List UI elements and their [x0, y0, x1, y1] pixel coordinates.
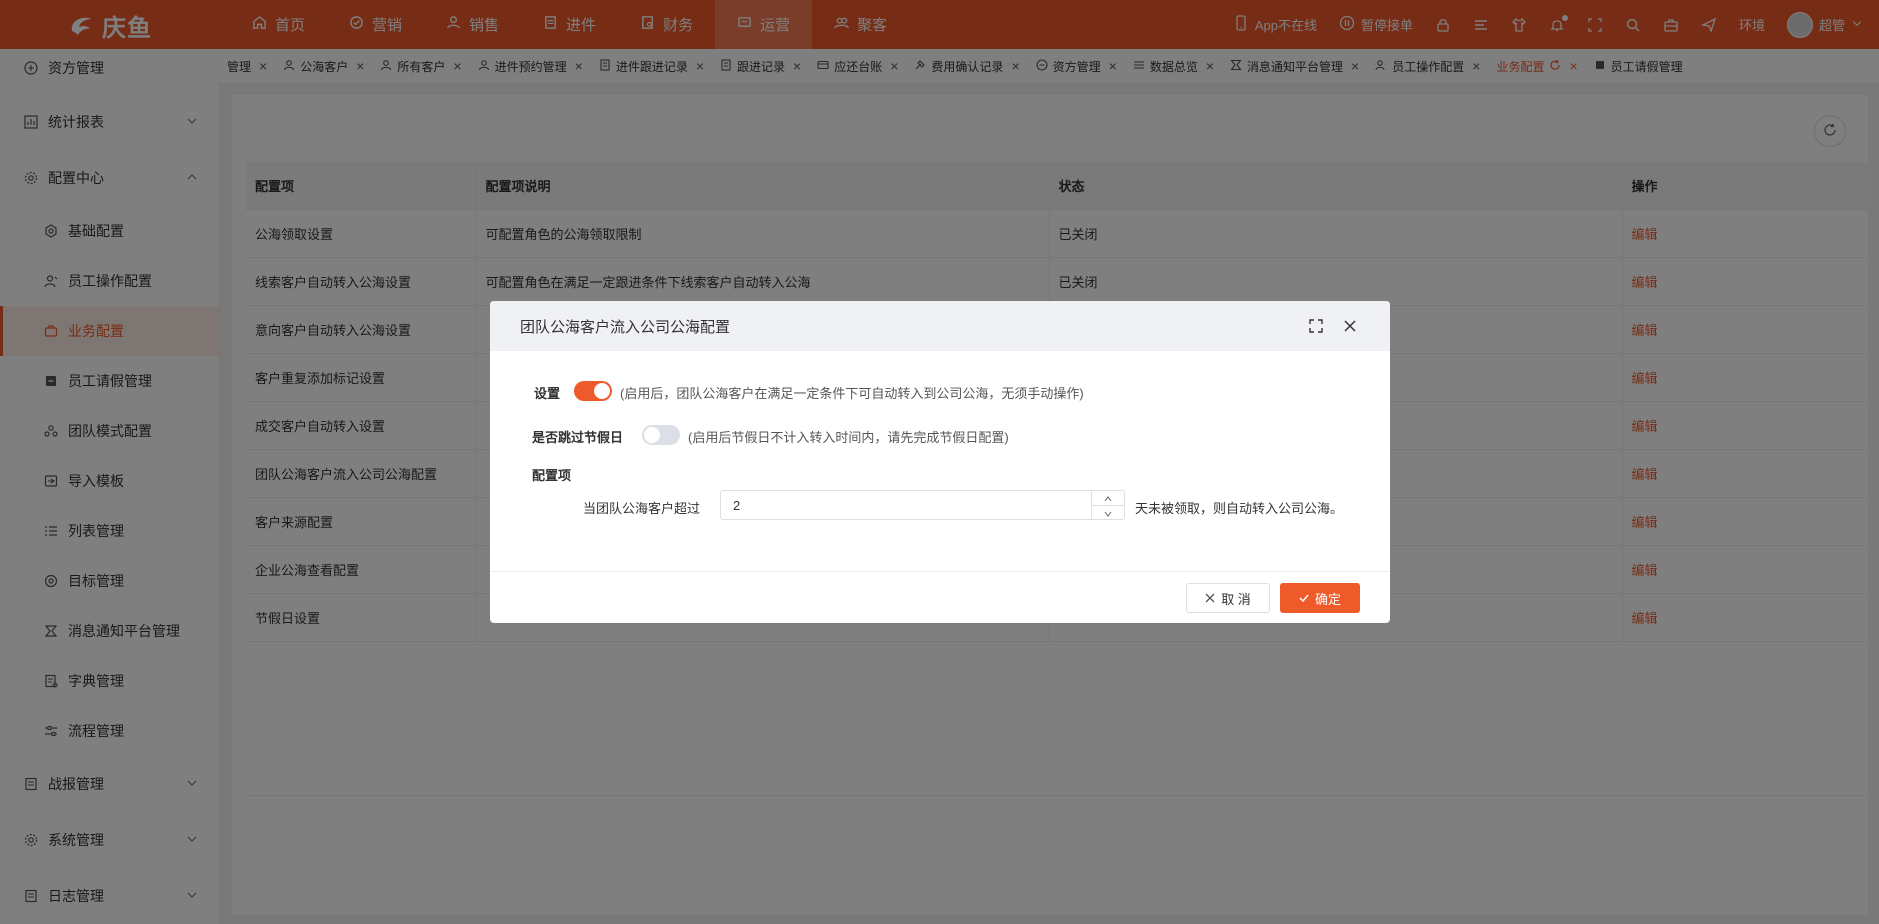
confirm-label: 确定: [1314, 591, 1341, 607]
close-icon: [1205, 591, 1215, 606]
days-number-input: [720, 490, 1125, 520]
check-icon: [1299, 591, 1309, 606]
skip-holiday-hint: (启用后节假日不计入转入时间内，请先完成节假日配置): [688, 430, 1009, 445]
switch-knob: [594, 383, 610, 399]
decrement-button[interactable]: [1092, 505, 1124, 520]
cancel-label: 取 消: [1221, 591, 1251, 607]
dialog-body: 设置 (启用后，团队公海客户在满足一定条件下可自动转入到公司公海，无须手动操作)…: [490, 351, 1390, 571]
chevron-down-icon: [1104, 506, 1112, 521]
switch-knob: [644, 427, 660, 443]
skip-holiday-switch[interactable]: [642, 425, 680, 445]
increment-button[interactable]: [1092, 491, 1124, 505]
confirm-button[interactable]: 确定: [1280, 583, 1360, 613]
setting-hint: (启用后，团队公海客户在满足一定条件下可自动转入到公司公海，无须手动操作): [620, 386, 1084, 401]
threshold-prefix: 当团队公海客户超过: [583, 501, 701, 516]
dialog-header: 团队公海客户流入公司公海配置: [490, 301, 1390, 351]
days-stepper: [1091, 491, 1124, 519]
chevron-up-icon: [1104, 491, 1112, 506]
cancel-button[interactable]: 取 消: [1186, 583, 1270, 613]
config-section-label: 配置项: [532, 468, 572, 483]
dialog-title: 团队公海客户流入公司公海配置: [520, 318, 731, 336]
dialog-footer: 取 消 确定: [490, 571, 1390, 623]
close-icon[interactable]: [1342, 318, 1358, 334]
maximize-icon[interactable]: [1308, 318, 1324, 334]
setting-switch[interactable]: [574, 381, 612, 401]
setting-label: 设置: [534, 386, 561, 401]
skip-holiday-label: 是否跳过节假日: [532, 430, 624, 445]
threshold-suffix: 天未被领取，则自动转入公司公海。: [1135, 501, 1344, 516]
days-input[interactable]: [721, 491, 1073, 519]
config-dialog: 团队公海客户流入公司公海配置 设置 (启用后，团队公海客户在满足一定条件下可自动…: [490, 301, 1390, 623]
